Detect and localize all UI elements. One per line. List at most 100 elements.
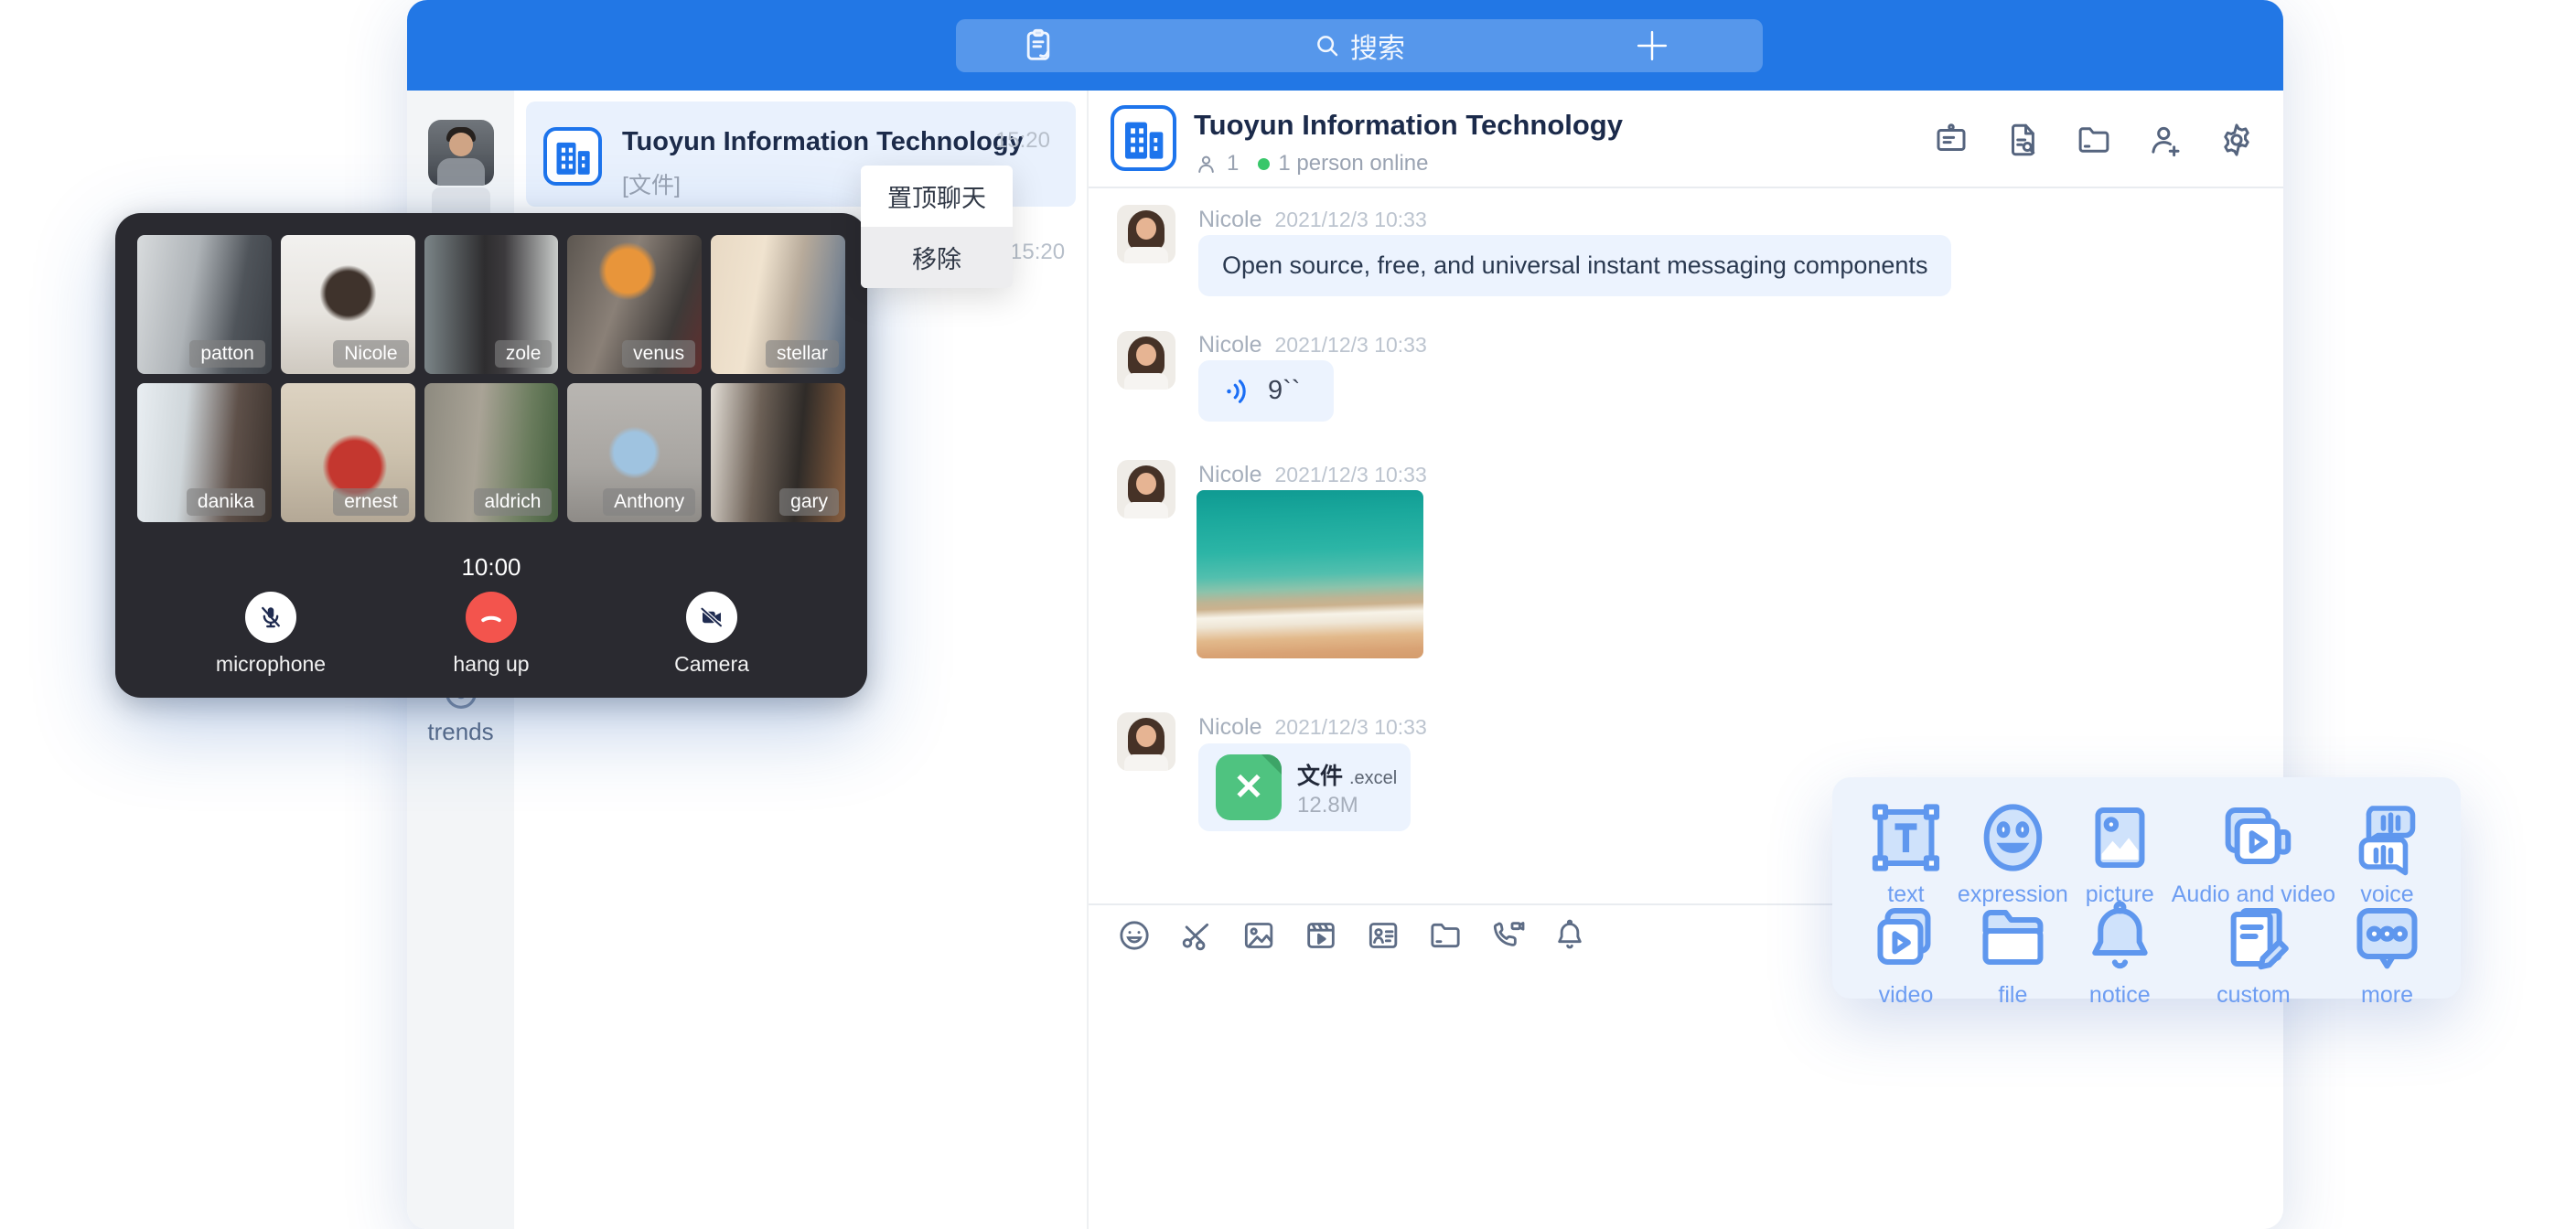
capability-label: more [2335,982,2439,1009]
participant-name: danika [187,488,265,516]
message-time: 2021/12/3 10:33 [1274,333,1426,357]
participant-name: Nicole [333,340,408,368]
capability-grid: text expression [1854,794,2439,982]
call-timer: 10:00 [115,553,867,582]
conversation2-time: 15:20 [1010,240,1065,265]
menu-item-remove[interactable]: 移除 [861,227,1013,288]
participant-name: stellar [766,340,839,368]
contact-card-icon[interactable] [1365,917,1401,954]
chat-panel: Tuoyun Information Technology 1 1 person… [1089,91,2283,1229]
sender-avatar[interactable] [1117,331,1175,390]
notice2-icon [2068,894,2172,982]
online-dot [1258,158,1270,170]
capability-audio-video[interactable]: Audio and video [2172,794,2335,882]
screenshot-icon[interactable] [1178,917,1215,954]
mic-muted-button[interactable] [245,592,296,643]
participant-tile: Anthony [567,383,702,522]
picture-icon[interactable] [1240,917,1277,954]
plus-button[interactable] [1633,27,1671,65]
group-avatar-icon [1111,105,1176,171]
message-time: 2021/12/3 10:33 [1274,463,1426,486]
text-message-bubble[interactable]: Open source, free, and universal instant… [1198,235,1951,296]
search-placeholder: 搜索 [1350,26,1405,66]
participant-tile: gary [711,383,845,522]
mic-muted-icon [257,604,284,631]
file-message-bubble[interactable]: ✕ 文件 .excel 12.8M [1198,743,1411,831]
audio-video-icon [2172,794,2335,882]
capability-text[interactable]: text [1854,794,1958,882]
capability-notice[interactable]: notice [2068,894,2172,982]
participant-name: venus [622,340,695,368]
capability-picture[interactable]: picture [2068,794,2172,882]
participant-tile: zole [424,235,559,374]
file-icon[interactable] [1427,917,1464,954]
sender-name: Nicole2021/12/3 10:33 [1198,207,1427,233]
capability-voice[interactable]: voice [2335,794,2439,882]
capability-popup: text expression [1832,777,2461,999]
voice-wave-icon [1222,375,1255,408]
add-member-icon[interactable] [2146,121,2184,159]
participant-grid: patton Nicole zole venus stellar danika … [137,235,845,522]
video-call-panel: patton Nicole zole venus stellar danika … [115,213,867,698]
video2-icon [1854,894,1958,982]
capability-expression[interactable]: expression [1958,794,2068,882]
participant-name: zole [495,340,553,368]
microphone-control: microphone [189,592,352,677]
capability-label: video [1854,982,1958,1009]
sender-avatar[interactable] [1117,460,1175,518]
chat-header: Tuoyun Information Technology 1 1 person… [1089,91,2283,188]
text-icon [1854,794,1958,882]
files-icon[interactable] [2075,121,2113,159]
excel-file-icon: ✕ [1216,754,1282,820]
conversation-last-message: [文件] [622,167,681,200]
sender-avatar[interactable] [1117,712,1175,771]
call-controls: microphone hang up [115,592,867,677]
voice-duration: 9`` [1268,376,1300,406]
hang-up-button[interactable] [466,592,517,643]
search-bar[interactable]: 搜索 [956,19,1763,72]
participant-name: aldrich [474,488,553,516]
more-icon [2335,894,2439,982]
image-message[interactable] [1197,490,1423,658]
participant-tile: ernest [281,383,415,522]
capability-video[interactable]: video [1854,894,1958,982]
page: 搜索 trends [0,0,2576,1229]
capability-custom[interactable]: custom [2172,894,2335,982]
participant-name: ernest [333,488,408,516]
menu-item-pin-chat[interactable]: 置顶聊天 [861,166,1013,227]
search-icon [1314,32,1341,59]
message-time: 2021/12/3 10:33 [1274,208,1426,231]
file-size: 12.8M [1297,793,1358,818]
sender-avatar[interactable] [1117,205,1175,263]
participant-tile: aldrich [424,383,559,522]
capability-file[interactable]: file [1958,894,2068,982]
emoji-icon[interactable] [1116,917,1153,954]
trends-label: trends [427,718,493,745]
picture2-icon [2068,794,2172,882]
camera-control: Camera [630,592,793,677]
chat-history-icon[interactable] [2003,121,2042,159]
video-icon[interactable] [1303,917,1339,954]
capability-label: custom [2172,982,2335,1009]
camera-off-button[interactable] [686,592,737,643]
file-ext: .excel [1349,768,1397,788]
participant-name: patton [189,340,264,368]
member-count: 1 [1227,151,1239,176]
sender-name: Nicole2021/12/3 10:33 [1198,462,1427,488]
chat-title: Tuoyun Information Technology [1194,109,1623,142]
capability-more[interactable]: more [2335,894,2439,982]
notice-icon[interactable] [1551,917,1588,954]
settings-icon[interactable] [2217,121,2256,159]
top-bar: 搜索 [407,0,2283,91]
participant-tile: Nicole [281,235,415,374]
microphone-label: microphone [189,652,352,677]
capability-label: file [1958,982,2068,1009]
camera-off-icon [698,604,725,631]
conversation-time: 15:20 [995,128,1050,154]
announcement-icon[interactable] [1932,121,1970,159]
hangup-control: hang up [410,592,573,677]
video-call-icon[interactable] [1489,917,1526,954]
chat-subtitle: 1 1 person online [1194,151,1428,176]
user-avatar[interactable] [428,120,494,186]
voice-message-bubble[interactable]: 9`` [1198,360,1334,422]
